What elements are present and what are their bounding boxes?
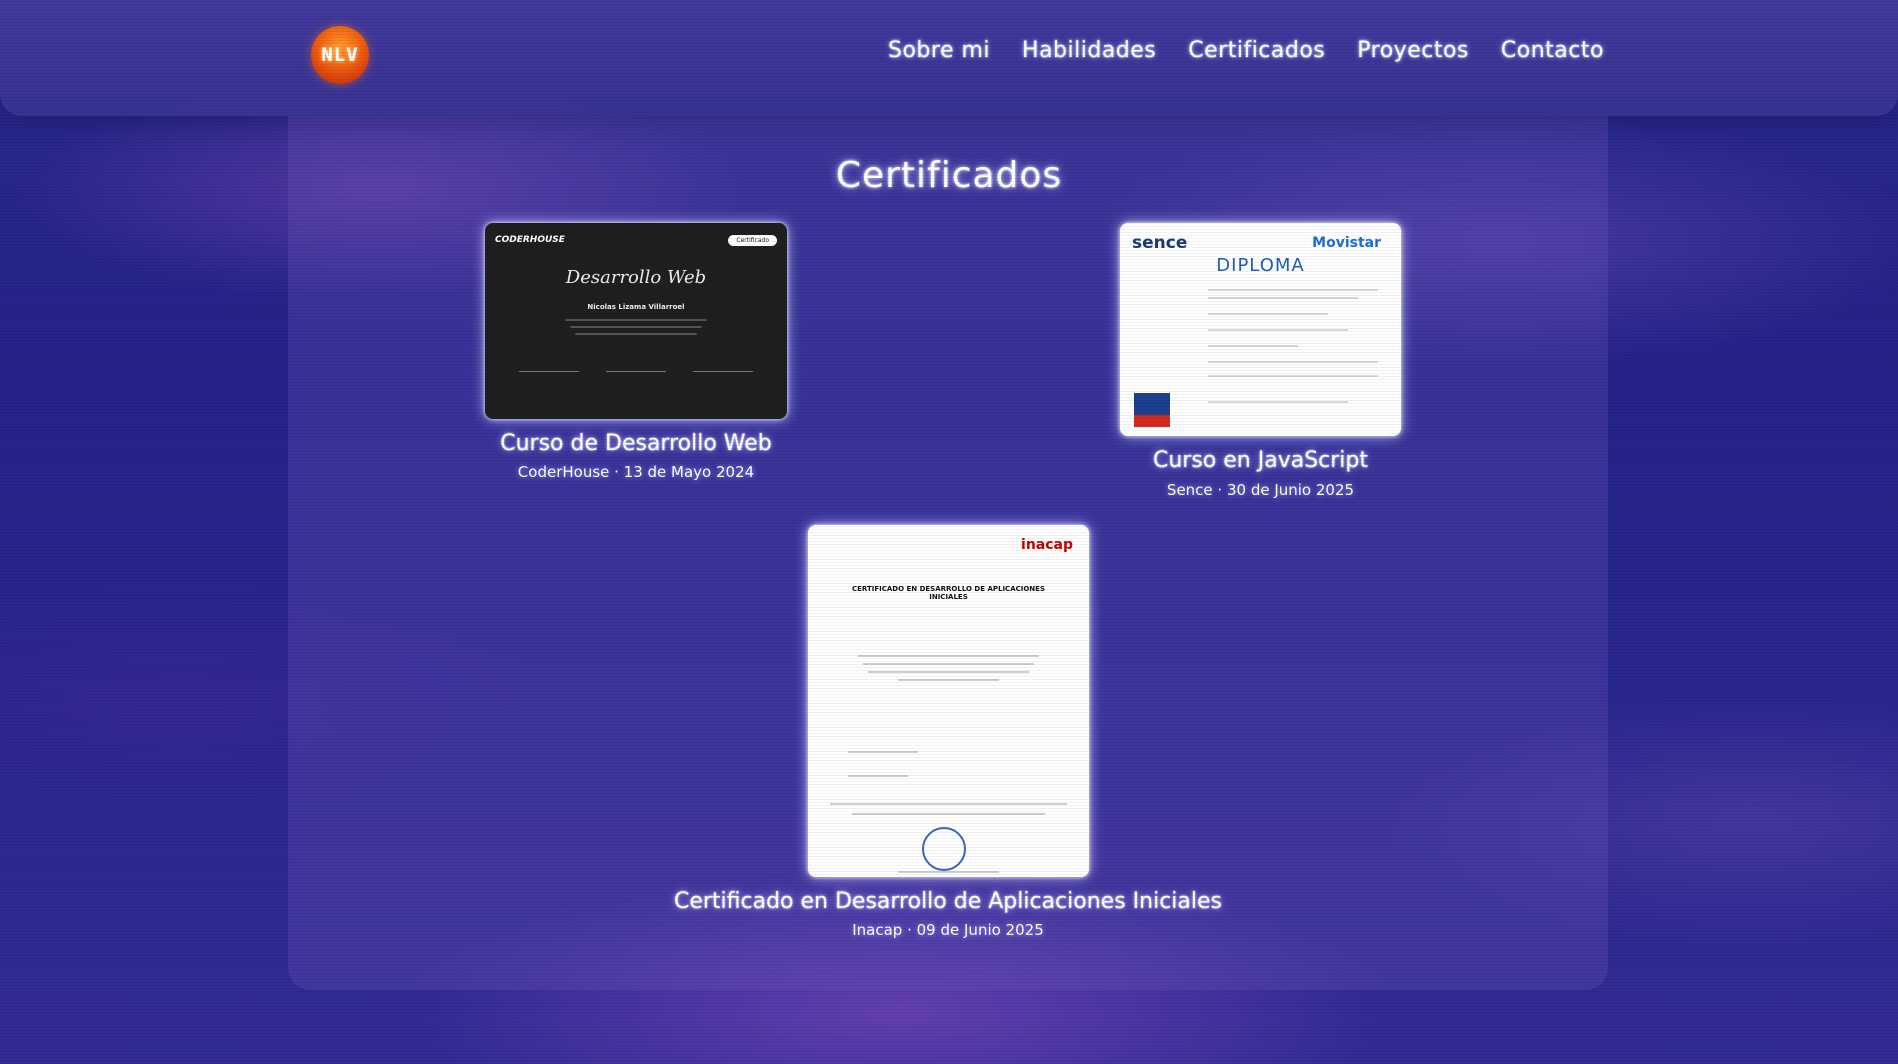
text-line xyxy=(570,326,702,328)
text-line xyxy=(852,813,1045,815)
sence-logo: sence xyxy=(1132,233,1188,253)
top-navbar: NLV Sobre mi Habilidades Certificados Pr… xyxy=(0,0,1898,116)
nav-link-contacto[interactable]: Contacto xyxy=(1501,38,1604,72)
text-line xyxy=(1208,329,1348,331)
certificate-meta: Inacap · 09 de Junio 2025 xyxy=(852,921,1044,939)
text-line xyxy=(1208,289,1378,291)
signature-line xyxy=(606,371,666,372)
text-line xyxy=(863,663,1034,665)
nav-links: Sobre mi Habilidades Certificados Proyec… xyxy=(888,38,1636,72)
text-line xyxy=(565,319,707,321)
certificate-meta: CoderHouse · 13 de Mayo 2024 xyxy=(517,463,755,481)
movistar-logo: Movistar xyxy=(1312,235,1381,251)
certificate-title: Certificado en Desarrollo de Aplicacione… xyxy=(673,889,1223,914)
text-line xyxy=(830,803,1067,805)
nav-link-sobre-mi[interactable]: Sobre mi xyxy=(888,38,990,72)
nav-link-habilidades[interactable]: Habilidades xyxy=(1022,38,1156,72)
certificate-image-inacap[interactable]: inacap CERTIFICADO EN DESARROLLO DE APLI… xyxy=(808,525,1089,877)
nav-link-proyectos[interactable]: Proyectos xyxy=(1357,38,1469,72)
signature-line xyxy=(519,371,579,372)
certificate-card-inacap[interactable]: inacap CERTIFICADO EN DESARROLLO DE APLI… xyxy=(658,525,1238,945)
text-line xyxy=(898,871,999,873)
certificate-meta: Sence · 30 de Junio 2025 xyxy=(1166,481,1355,499)
certificate-card-web[interactable]: CODERHOUSE Certificado Desarrollo Web Ni… xyxy=(485,223,787,493)
text-line xyxy=(898,679,999,681)
certificate-card-javascript[interactable]: sence Movistar DIPLOMA Curso en JavaScri… xyxy=(1120,223,1401,513)
text-line xyxy=(868,671,1029,673)
coderhouse-logo: CODERHOUSE xyxy=(495,235,565,245)
chile-seal xyxy=(1134,393,1170,427)
certificate-badge: Certificado xyxy=(728,235,777,246)
text-line xyxy=(1208,313,1328,315)
text-line xyxy=(858,655,1039,657)
signature-line xyxy=(693,371,753,372)
nav-link-certificados[interactable]: Certificados xyxy=(1188,38,1325,72)
certificate-title: Curso en JavaScript xyxy=(1152,448,1368,473)
seal-icon xyxy=(922,827,966,871)
certificate-heading: Desarrollo Web xyxy=(565,267,707,288)
certificate-image-web[interactable]: CODERHOUSE Certificado Desarrollo Web Ni… xyxy=(485,223,787,419)
logo[interactable]: NLV xyxy=(311,26,369,84)
text-line xyxy=(1208,297,1358,299)
text-line xyxy=(848,775,908,777)
text-line xyxy=(575,333,697,335)
certificate-title: Curso de Desarrollo Web xyxy=(500,431,772,456)
text-line xyxy=(1208,361,1378,363)
text-line xyxy=(1208,375,1378,377)
section-title: Certificados xyxy=(835,155,1063,196)
text-line xyxy=(1208,345,1298,347)
certificate-heading: DIPLOMA xyxy=(1216,255,1305,276)
text-line xyxy=(848,751,918,753)
inacap-logo: inacap xyxy=(1021,537,1073,553)
text-line xyxy=(1208,401,1348,403)
certificate-image-javascript[interactable]: sence Movistar DIPLOMA xyxy=(1120,223,1401,436)
certificate-heading: CERTIFICADO EN DESARROLLO DE APLICACIONE… xyxy=(851,585,1045,601)
certificate-recipient: Nicolas Lizama Villarroel xyxy=(587,303,685,311)
